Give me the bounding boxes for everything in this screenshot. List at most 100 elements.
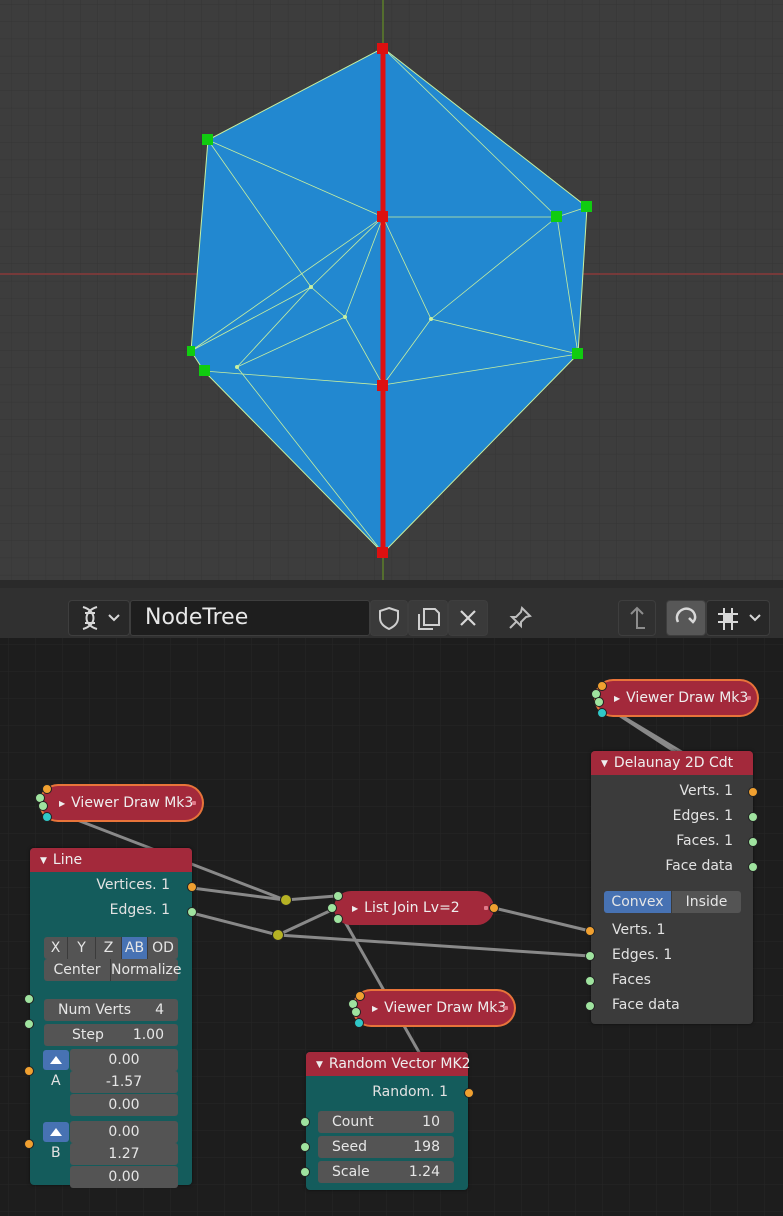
duplicate-tree-button[interactable] <box>408 600 448 636</box>
reroute-node[interactable] <box>272 929 284 941</box>
socket-delaunay-faces-out[interactable] <box>748 837 758 847</box>
socket-matrix[interactable] <box>42 812 52 822</box>
vector-b-y-field[interactable]: 1.27 <box>70 1143 178 1165</box>
vector-a-x-field[interactable]: 0.00 <box>70 1049 178 1071</box>
socket-a-in[interactable] <box>24 1066 34 1076</box>
node-title: Viewer Draw Mk3 <box>71 795 194 811</box>
socket-delaunay-verts-in[interactable] <box>585 926 595 936</box>
vector-b-expand-button[interactable] <box>43 1122 69 1142</box>
snap-mode-selector[interactable] <box>706 600 770 636</box>
count-field[interactable]: Count 10 <box>318 1111 454 1133</box>
socket-random-out[interactable] <box>464 1088 474 1098</box>
random-vector-node[interactable]: ▼ Random Vector MK2 Random. 1 Count 10 See… <box>306 1052 471 1190</box>
socket-delaunay-edges-in[interactable] <box>585 951 595 961</box>
direction-y-button[interactable]: Y <box>68 937 96 959</box>
node-editor[interactable]: ▶ Viewer Draw Mk3 ▶ Viewer Draw Mk3 ▼ Line … <box>0 638 783 1216</box>
socket-data-in[interactable] <box>327 903 337 913</box>
direction-od-button[interactable]: OD <box>148 937 178 959</box>
step-field[interactable]: Step 1.00 <box>44 1024 178 1046</box>
delaunay-2d-cdt-node[interactable]: ▼ Delaunay 2D Cdt Verts. 1 Edges. 1 Faces… <box>591 751 753 1024</box>
output-dot <box>192 801 196 805</box>
viewer-draw-node-left[interactable]: ▶ Viewer Draw Mk3 <box>41 786 202 820</box>
socket-step-in[interactable] <box>24 1019 34 1029</box>
pin-icon <box>509 606 532 629</box>
vector-b-x-field[interactable]: 0.00 <box>70 1121 178 1143</box>
delaunay-node-header[interactable]: ▼ Delaunay 2D Cdt <box>591 751 753 775</box>
scale-field[interactable]: Scale 1.24 <box>318 1161 454 1183</box>
reroute-node[interactable] <box>280 894 292 906</box>
field-value: 1.00 <box>132 1027 164 1043</box>
socket-delaunay-faces-in[interactable] <box>585 976 595 986</box>
socket-seed-in[interactable] <box>300 1142 310 1152</box>
input-faces-label: Faces <box>612 972 651 988</box>
node-tree-name-field[interactable]: NodeTree <box>130 600 370 636</box>
field-label: Count <box>332 1114 374 1130</box>
seed-field[interactable]: Seed 198 <box>318 1136 454 1158</box>
expand-arrow-icon: ▶ <box>614 694 621 703</box>
socket-count-in[interactable] <box>300 1117 310 1127</box>
socket-line-edges-out[interactable] <box>187 907 197 917</box>
socket-faces[interactable] <box>38 801 48 811</box>
close-icon <box>460 610 476 626</box>
shield-icon <box>379 606 399 631</box>
direction-z-button[interactable]: Z <box>96 937 122 959</box>
socket-matrix[interactable] <box>354 1018 364 1028</box>
output-dot <box>747 696 751 700</box>
viewer-draw-node-mid[interactable]: ▶ Viewer Draw Mk3 <box>354 991 514 1025</box>
socket-scale-in[interactable] <box>300 1167 310 1177</box>
tree-type-selector[interactable] <box>68 600 130 636</box>
socket-delaunay-face-data-out[interactable] <box>748 862 758 872</box>
output-verts-label: Verts. 1 <box>679 783 733 799</box>
snap-toggle-button[interactable] <box>666 600 706 636</box>
socket-matrix[interactable] <box>597 708 607 718</box>
socket-data-in[interactable] <box>333 914 343 924</box>
duplicate-icon <box>418 608 440 630</box>
socket-data-in[interactable] <box>333 891 343 901</box>
chevron-down-icon <box>749 614 761 622</box>
socket-faces[interactable] <box>351 1007 361 1017</box>
vector-b-z-field[interactable]: 0.00 <box>70 1166 178 1188</box>
chevron-down-icon <box>108 614 120 622</box>
center-toggle[interactable]: Center <box>44 959 111 981</box>
parent-node-tree-button[interactable] <box>618 600 656 636</box>
list-join-node[interactable]: ▶ List Join Lv=2 <box>334 891 494 925</box>
fake-user-button[interactable] <box>370 600 408 636</box>
field-label: Scale <box>332 1164 370 1180</box>
vector-a-expand-button[interactable] <box>43 1050 69 1070</box>
socket-faces[interactable] <box>594 697 604 707</box>
mode-inside-button[interactable]: Inside <box>672 891 741 913</box>
random-vector-node-header[interactable]: ▼ Random Vector MK2 <box>306 1052 471 1076</box>
socket-delaunay-verts-out[interactable] <box>748 787 758 797</box>
socket-num-verts-in[interactable] <box>24 994 34 1004</box>
sverchok-icon <box>82 606 120 630</box>
viewer-draw-node-top[interactable]: ▶ Viewer Draw Mk3 <box>596 681 757 715</box>
output-edges-label: Edges. 1 <box>109 902 170 918</box>
3d-viewport[interactable] <box>0 0 783 580</box>
collapse-arrow-icon: ▼ <box>601 759 608 769</box>
socket-line-vertices-out[interactable] <box>187 882 197 892</box>
collapse-arrow-icon: ▼ <box>316 1060 323 1070</box>
mode-convex-button[interactable]: Convex <box>604 891 672 913</box>
node-editor-header: NodeTree <box>0 580 783 638</box>
normalize-toggle[interactable]: Normalize <box>111 959 182 981</box>
socket-b-in[interactable] <box>24 1139 34 1149</box>
direction-x-button[interactable]: X <box>44 937 68 959</box>
direction-ab-button[interactable]: AB <box>122 937 148 959</box>
mode-toggle-group: Convex Inside <box>604 891 741 913</box>
viewport-canvas[interactable] <box>0 0 783 580</box>
unlink-tree-button[interactable] <box>448 600 488 636</box>
line-node-header[interactable]: ▼ Line <box>30 848 192 872</box>
line-node[interactable]: ▼ Line Vertices. 1 Edges. 1 X Y Z AB OD C… <box>30 848 192 1188</box>
node-title: Viewer Draw Mk3 <box>626 690 749 706</box>
output-vertices-label: Vertices. 1 <box>96 877 170 893</box>
vector-a-y-field[interactable]: -1.57 <box>70 1071 178 1093</box>
socket-delaunay-edges-out[interactable] <box>748 812 758 822</box>
socket-vertices[interactable] <box>42 784 52 794</box>
num-verts-field[interactable]: Num Verts 4 <box>44 999 178 1021</box>
field-label: Step <box>72 1027 104 1043</box>
pin-button[interactable] <box>502 600 538 636</box>
vector-a-z-field[interactable]: 0.00 <box>70 1094 178 1116</box>
socket-data-out[interactable] <box>489 903 499 913</box>
socket-delaunay-face-data-in[interactable] <box>585 1001 595 1011</box>
output-face-data-label: Face data <box>665 858 733 874</box>
